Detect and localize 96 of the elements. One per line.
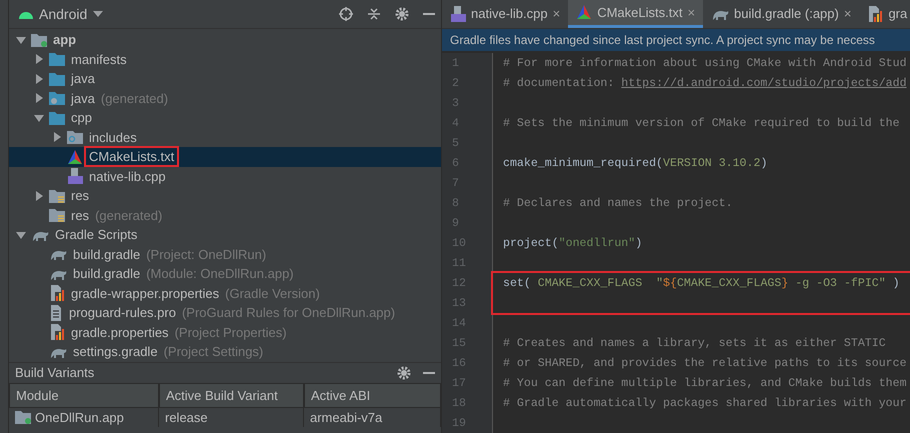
code-text: ${ xyxy=(663,276,677,290)
tree-item[interactable]: proguard-rules.pro xyxy=(67,305,178,320)
tree-item-note: (Project Properties) xyxy=(174,324,287,340)
column-header: Active Build Variant xyxy=(159,382,304,408)
tree-item-note: (generated) xyxy=(95,208,162,223)
tree-item[interactable]: build.gradle xyxy=(71,266,142,282)
code-text: # documentation: xyxy=(503,76,616,90)
code-text: # You can define multiple libraries, and CMake builds them xyxy=(503,376,907,390)
tree-item[interactable]: build.gradle xyxy=(71,246,142,262)
caret-down-icon xyxy=(93,11,104,17)
cpp-file-icon xyxy=(67,168,83,184)
caret-right-icon[interactable] xyxy=(34,54,44,64)
folder-icon xyxy=(49,188,65,203)
editor-tab[interactable]: CMakeLists.txt × xyxy=(568,0,704,28)
code-text: # or SHARED, and provides the relative paths to its source xyxy=(503,356,907,370)
tree-item[interactable]: native-lib.cpp xyxy=(87,168,168,184)
panel-title: Build Variants xyxy=(15,365,94,380)
caret-down-icon[interactable] xyxy=(16,230,26,240)
tree-item[interactable]: gradle-wrapper.properties xyxy=(69,286,222,301)
chart-file-icon xyxy=(49,285,65,302)
code-link[interactable]: https://d.android.com/studio/projects/add xyxy=(621,76,907,90)
close-icon[interactable]: × xyxy=(844,6,852,22)
tree-item[interactable]: CMakeLists.txt xyxy=(87,149,176,164)
caret-right-icon[interactable] xyxy=(34,190,44,201)
code-text: VERSION 3.10.2 xyxy=(663,156,760,170)
tree-item[interactable]: java xyxy=(69,71,97,86)
tree-item-note: (Project Settings) xyxy=(164,344,264,360)
code-text: ) xyxy=(635,236,642,250)
module-folder-icon xyxy=(31,32,47,47)
text-file-icon xyxy=(49,304,63,321)
settings-icon[interactable] xyxy=(397,366,411,380)
close-icon[interactable]: × xyxy=(552,6,560,22)
editor-tab[interactable]: native-lib.cpp × xyxy=(442,0,568,28)
android-icon xyxy=(19,10,33,18)
tree-item[interactable]: manifests xyxy=(69,52,129,67)
chart-file-icon xyxy=(867,6,884,22)
tree-item-note: (Project: OneDllRun) xyxy=(146,246,266,262)
folder-icon xyxy=(49,208,65,222)
code-text: set( xyxy=(503,276,532,290)
code-text: # Gradle automatically packages shared libraries with your xyxy=(503,396,907,410)
triangle-icon xyxy=(576,4,592,20)
settings-icon[interactable] xyxy=(395,7,409,21)
table-cell: OneDllRun.app xyxy=(35,410,124,424)
tree-item[interactable]: includes xyxy=(87,130,139,145)
code-text: } xyxy=(781,276,788,290)
folder-gear-icon xyxy=(49,91,65,106)
tree-item[interactable]: java xyxy=(69,90,97,106)
code-text: # Sets the minimum version of CMake required to build the xyxy=(503,116,900,130)
code-text: "onedllrun" xyxy=(558,236,636,250)
code-text: # Creates and names a library, sets it as either STATIC xyxy=(503,336,886,350)
code-text: CMAKE_CXX_FLAGS xyxy=(676,276,782,290)
chart-file-icon xyxy=(49,324,65,340)
tree-item[interactable]: settings.gradle xyxy=(71,344,160,360)
folder-icon xyxy=(67,130,83,144)
tree-item[interactable]: gradle.properties xyxy=(69,324,171,340)
caret-right-icon[interactable] xyxy=(52,132,62,142)
editor-tab[interactable]: gra xyxy=(859,0,910,28)
folder-icon xyxy=(49,110,65,125)
tree-item-note: (Module: OneDllRun.app) xyxy=(146,266,294,282)
crosshair-icon[interactable] xyxy=(339,7,353,21)
tree-item[interactable]: res xyxy=(69,188,92,204)
folder-icon xyxy=(49,52,65,66)
tree-item-note: (ProGuard Rules for OneDllRun.app) xyxy=(182,305,396,320)
code-text: ) xyxy=(760,156,768,170)
minimize-icon[interactable] xyxy=(423,370,435,374)
code-text: cmake_minimum_required( xyxy=(503,156,664,170)
module-folder-icon xyxy=(15,410,31,424)
tree-item[interactable]: cpp xyxy=(69,110,94,126)
code-text: ) xyxy=(892,276,900,290)
column-header: Active ABI xyxy=(304,382,441,408)
sync-banner: Gradle files have changed since last project sync. A project sync may be necess xyxy=(442,28,910,51)
tree-item-note: (Gradle Version) xyxy=(225,286,320,301)
code-text: # For more information about using CMake with Android Stud xyxy=(503,56,907,70)
tree-item-note: (generated) xyxy=(100,90,168,106)
table-cell: armeabi-v7a xyxy=(310,410,382,424)
code-text: project( xyxy=(503,236,559,250)
view-selector[interactable]: Android xyxy=(19,6,104,22)
caret-right-icon[interactable] xyxy=(34,93,44,104)
folder-icon xyxy=(49,72,65,86)
tree-item[interactable]: app xyxy=(51,32,78,48)
caret-right-icon[interactable] xyxy=(34,74,44,84)
editor-tab[interactable]: build.gradle (:app) × xyxy=(703,0,860,28)
collapse-icon[interactable] xyxy=(367,7,381,21)
minimize-icon[interactable] xyxy=(423,12,435,16)
tree-item[interactable]: res xyxy=(69,208,92,223)
triangle-icon xyxy=(67,148,83,165)
caret-down-icon[interactable] xyxy=(34,112,44,123)
close-icon[interactable]: × xyxy=(687,4,696,20)
code-text: # Declares and names the project. xyxy=(503,196,733,210)
table-cell: release xyxy=(165,410,208,424)
column-header: Module xyxy=(9,382,159,408)
caret-down-icon[interactable] xyxy=(16,34,26,45)
tree-item[interactable]: Gradle Scripts xyxy=(53,227,140,242)
code-text: CMAKE_CXX_FLAGS " xyxy=(538,276,664,290)
code-text: -g -O3 -fPIC" xyxy=(794,276,886,290)
cpp-file-icon xyxy=(450,6,466,22)
